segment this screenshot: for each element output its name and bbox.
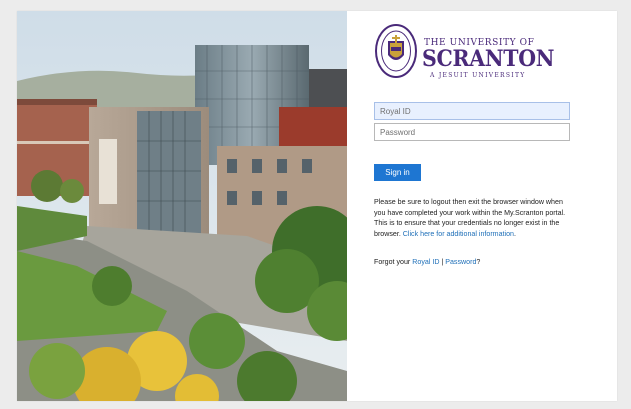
university-seal-icon bbox=[375, 24, 417, 78]
login-frame: THE UNIVERSITY OF SCRANTON A JESUIT UNIV… bbox=[17, 11, 617, 401]
forgot-password-link[interactable]: Password bbox=[445, 258, 476, 266]
additional-info-link[interactable]: Click here for additional information bbox=[403, 230, 514, 238]
forgot-royal-id-link[interactable]: Royal ID bbox=[412, 258, 439, 266]
password-input[interactable] bbox=[374, 123, 570, 141]
logo-tagline: A JESUIT UNIVERSITY bbox=[430, 72, 526, 79]
sign-in-button[interactable]: Sign in bbox=[374, 164, 421, 181]
login-panel: THE UNIVERSITY OF SCRANTON A JESUIT UNIV… bbox=[374, 11, 617, 401]
logo-wordmark: SCRANTON bbox=[422, 46, 555, 72]
royal-id-input[interactable] bbox=[374, 102, 570, 120]
forgot-prefix: Forgot your bbox=[374, 258, 413, 266]
logout-notice-end: . bbox=[513, 229, 516, 238]
forgot-suffix: ? bbox=[476, 258, 481, 266]
university-logo: THE UNIVERSITY OF SCRANTON A JESUIT UNIV… bbox=[374, 23, 574, 83]
campus-building-image bbox=[17, 11, 347, 401]
logout-notice: Please be sure to logout then exit the b… bbox=[374, 197, 574, 239]
forgot-credentials: Forgot your Royal ID | Password? bbox=[374, 258, 574, 266]
campus-photo bbox=[17, 11, 347, 401]
